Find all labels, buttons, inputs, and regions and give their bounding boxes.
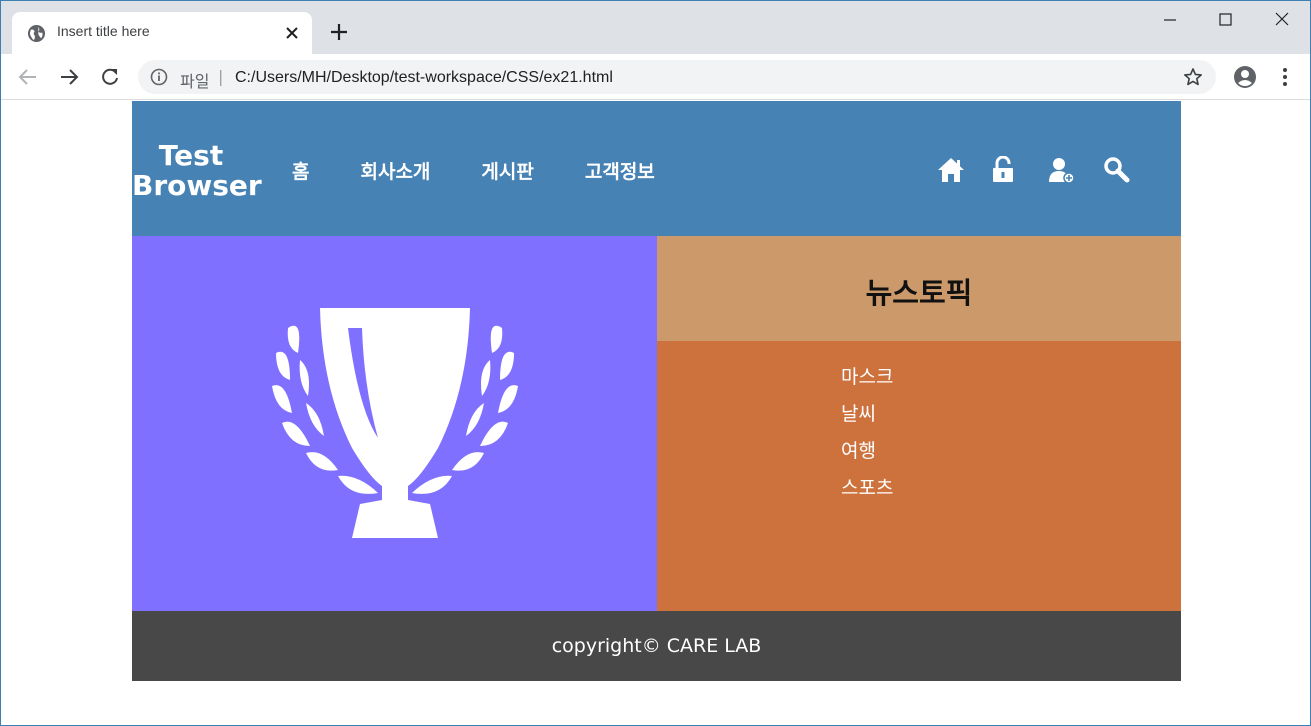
site-footer: copyright© CARE LAB bbox=[132, 611, 1181, 681]
page-content: Test Browser 홈 회사소개 게시판 고객정보 뉴스토픽 마스크 날씨… bbox=[132, 101, 1181, 681]
back-arrow-icon[interactable] bbox=[17, 66, 39, 88]
tab-title: Insert title here bbox=[57, 23, 150, 39]
window-close-icon[interactable] bbox=[1271, 9, 1293, 31]
browser-toolbar: 파일 | C:/Users/MH/Desktop/test-workspace/… bbox=[1, 54, 1310, 100]
news-item-travel[interactable]: 여행 bbox=[841, 433, 893, 470]
add-user-icon[interactable] bbox=[1046, 156, 1076, 184]
news-item-mask[interactable]: 마스크 bbox=[841, 359, 893, 396]
search-icon[interactable] bbox=[1102, 156, 1132, 184]
news-list: 마스크 날씨 여행 스포츠 bbox=[841, 359, 893, 507]
reload-icon[interactable] bbox=[99, 66, 121, 88]
unlock-icon[interactable] bbox=[988, 156, 1018, 184]
info-icon[interactable] bbox=[150, 68, 168, 86]
close-icon[interactable] bbox=[282, 23, 302, 43]
news-panel: 마스크 날씨 여행 스포츠 bbox=[657, 341, 1181, 611]
bookmark-star-icon[interactable] bbox=[1183, 67, 1203, 87]
nav-item-customer[interactable]: 고객정보 bbox=[585, 157, 655, 184]
trophy-laurel-icon bbox=[272, 308, 518, 538]
url-text[interactable]: C:/Users/MH/Desktop/test-workspace/CSS/e… bbox=[235, 69, 613, 87]
news-title: 뉴스토픽 bbox=[865, 276, 973, 310]
tab-strip: Insert title here bbox=[1, 1, 1310, 54]
site-logo[interactable]: Test Browser bbox=[132, 141, 262, 201]
kebab-menu-icon[interactable] bbox=[1275, 66, 1295, 88]
url-separator: | bbox=[218, 67, 224, 86]
profile-icon[interactable] bbox=[1233, 65, 1257, 89]
maximize-icon[interactable] bbox=[1214, 9, 1236, 31]
news-item-sports[interactable]: 스포츠 bbox=[841, 470, 893, 507]
hero-banner bbox=[132, 236, 657, 611]
site-header: Test Browser 홈 회사소개 게시판 고객정보 bbox=[132, 101, 1181, 236]
main-nav: 홈 회사소개 게시판 고객정보 bbox=[292, 157, 706, 184]
copyright-text: copyright© CARE LAB bbox=[551, 635, 762, 657]
address-bar[interactable]: 파일 | C:/Users/MH/Desktop/test-workspace/… bbox=[138, 60, 1216, 94]
nav-item-about[interactable]: 회사소개 bbox=[360, 157, 430, 184]
forward-arrow-icon[interactable] bbox=[58, 66, 80, 88]
globe-icon bbox=[27, 24, 46, 43]
browser-window: Insert title here 파일 | C:/Users/MH/Deskt… bbox=[0, 0, 1311, 726]
home-icon[interactable] bbox=[936, 156, 966, 184]
url-scheme-label: 파일 bbox=[180, 72, 210, 91]
news-header: 뉴스토픽 bbox=[657, 236, 1181, 341]
minimize-icon[interactable] bbox=[1159, 9, 1181, 31]
browser-tab[interactable]: Insert title here bbox=[12, 12, 312, 54]
nav-item-board[interactable]: 게시판 bbox=[481, 157, 533, 184]
new-tab-icon[interactable] bbox=[328, 21, 350, 43]
nav-item-home[interactable]: 홈 bbox=[292, 157, 309, 184]
news-item-weather[interactable]: 날씨 bbox=[841, 396, 893, 433]
